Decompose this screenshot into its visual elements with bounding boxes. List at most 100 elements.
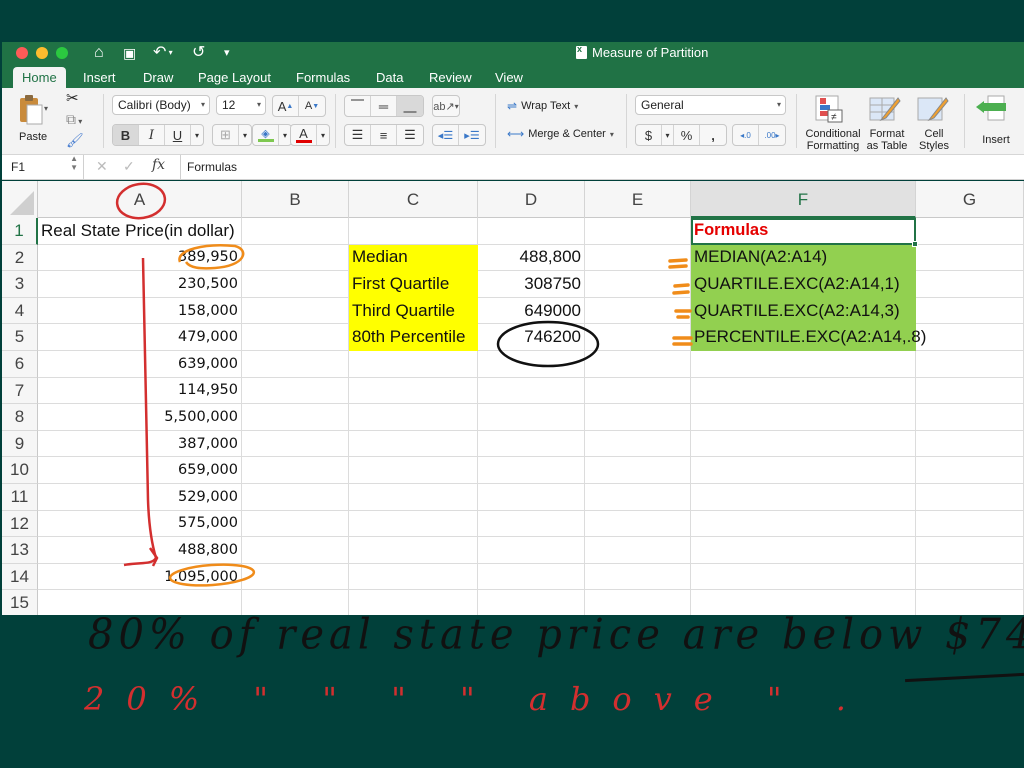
cell-d4[interactable]: 649000: [478, 297, 585, 325]
font-color-button[interactable]: A ▾: [290, 124, 330, 146]
cell-e12[interactable]: [585, 510, 691, 538]
cell-c11[interactable]: [349, 484, 478, 511]
cell-b6[interactable]: [242, 351, 349, 378]
tab-home[interactable]: Home: [13, 67, 66, 88]
cell-c8[interactable]: [349, 404, 478, 431]
bold-button[interactable]: B: [113, 125, 139, 145]
cell-b11[interactable]: [242, 484, 349, 511]
cell-f4[interactable]: QUARTILE.EXC(A2:A14,3): [691, 297, 916, 325]
cell-c14[interactable]: [349, 563, 478, 591]
align-bottom-button[interactable]: ⎽: [397, 96, 423, 116]
cell-e4[interactable]: [585, 297, 691, 325]
cell-g9[interactable]: [916, 430, 1024, 458]
cell-e8[interactable]: [585, 404, 691, 431]
cell-a1[interactable]: Real State Price(in dollar): [38, 218, 242, 245]
align-top-button[interactable]: ⎺: [345, 96, 371, 116]
maximize-window-button[interactable]: [56, 47, 68, 59]
cell-e6[interactable]: [585, 351, 691, 378]
decrease-font-size-button[interactable]: A ▼: [299, 96, 325, 116]
cell-a2[interactable]: 389,950: [38, 244, 242, 272]
cell-b10[interactable]: [242, 457, 349, 484]
cell-d1[interactable]: [478, 218, 585, 245]
merge-center-button[interactable]: ⟷ Merge & Center ▾: [507, 127, 614, 141]
row-header-11[interactable]: 11: [2, 484, 38, 511]
cell-d3[interactable]: 308750: [478, 271, 585, 298]
cell-a13[interactable]: 488,800: [38, 537, 242, 564]
borders-button[interactable]: ⊞ ▾: [212, 124, 252, 146]
customize-icon[interactable]: ▾: [224, 43, 230, 63]
align-right-button[interactable]: ☰: [397, 125, 423, 145]
cell-f1[interactable]: Formulas: [691, 218, 916, 245]
cell-c4[interactable]: Third Quartile: [349, 297, 478, 325]
row-header-7[interactable]: 7: [2, 377, 38, 405]
name-box-stepper-icon[interactable]: ▲ ▼: [70, 154, 78, 172]
formula-input[interactable]: Formulas: [180, 155, 237, 179]
currency-options-icon[interactable]: ▾: [662, 125, 674, 145]
cell-a4[interactable]: 158,000: [38, 297, 242, 325]
cell-f3[interactable]: QUARTILE.EXC(A2:A14,1): [691, 271, 916, 298]
cell-g5[interactable]: [916, 324, 1024, 351]
cell-a8[interactable]: 5,500,000: [38, 404, 242, 431]
cell-b14[interactable]: [242, 563, 349, 591]
cell-a7[interactable]: 114,950: [38, 377, 242, 405]
percent-button[interactable]: %: [674, 125, 700, 145]
insert-cells-button[interactable]: Insert: [972, 94, 1020, 152]
row-header-3[interactable]: 3: [2, 271, 38, 298]
cell-e11[interactable]: [585, 484, 691, 511]
cell-g13[interactable]: [916, 537, 1024, 564]
cell-g3[interactable]: [916, 271, 1024, 298]
tab-draw[interactable]: Draw: [134, 67, 182, 88]
select-all-button[interactable]: [2, 181, 38, 218]
tab-data[interactable]: Data: [367, 67, 412, 88]
undo-icon[interactable]: ↶ ▾: [153, 43, 173, 63]
cell-e9[interactable]: [585, 430, 691, 458]
tab-review[interactable]: Review: [420, 67, 481, 88]
cell-g8[interactable]: [916, 404, 1024, 431]
cell-a9[interactable]: 387,000: [38, 430, 242, 458]
format-painter-icon[interactable]: 🖌: [66, 132, 84, 149]
conditional-formatting-button[interactable]: ≠ Conditional Formatting: [802, 94, 862, 152]
underline-options-icon[interactable]: ▾: [191, 125, 203, 145]
cell-g1[interactable]: [916, 218, 1024, 245]
cell-b1[interactable]: [242, 218, 349, 245]
cell-d2[interactable]: 488,800: [478, 244, 585, 272]
row-header-9[interactable]: 9: [2, 430, 38, 458]
cell-e14[interactable]: [585, 563, 691, 591]
increase-decimal-button[interactable]: ◂.0: [733, 125, 759, 145]
tab-page-layout[interactable]: Page Layout: [189, 67, 280, 88]
align-middle-button[interactable]: ═: [371, 96, 397, 116]
redo-icon[interactable]: ↺: [192, 43, 205, 63]
cell-a3[interactable]: 230,500: [38, 271, 242, 298]
cell-g7[interactable]: [916, 377, 1024, 405]
insert-function-icon[interactable]: fx: [152, 157, 165, 173]
column-header-f[interactable]: F: [691, 181, 916, 218]
cell-c1[interactable]: [349, 218, 478, 245]
cell-c6[interactable]: [349, 351, 478, 378]
cell-g10[interactable]: [916, 457, 1024, 484]
row-header-2[interactable]: 2: [2, 244, 38, 272]
confirm-icon[interactable]: ✓: [123, 158, 135, 175]
cell-a5[interactable]: 479,000: [38, 324, 242, 351]
column-header-a[interactable]: A: [38, 181, 242, 218]
cell-c3[interactable]: First Quartile: [349, 271, 478, 298]
close-window-button[interactable]: [16, 47, 28, 59]
cell-g2[interactable]: [916, 244, 1024, 272]
cell-f2[interactable]: MEDIAN(A2:A14): [691, 244, 916, 272]
row-header-5[interactable]: 5: [2, 324, 38, 351]
minimize-window-button[interactable]: [36, 47, 48, 59]
paste-button[interactable]: ▾ Paste: [14, 92, 54, 148]
increase-font-size-button[interactable]: A ▲: [273, 96, 299, 116]
cell-c7[interactable]: [349, 377, 478, 405]
cell-c10[interactable]: [349, 457, 478, 484]
cell-b12[interactable]: [242, 510, 349, 538]
row-header-10[interactable]: 10: [2, 457, 38, 484]
cell-g12[interactable]: [916, 510, 1024, 538]
cell-g4[interactable]: [916, 297, 1024, 325]
cell-e10[interactable]: [585, 457, 691, 484]
cell-g6[interactable]: [916, 351, 1024, 378]
cell-e2[interactable]: [585, 244, 691, 272]
column-header-g[interactable]: G: [916, 181, 1024, 218]
increase-indent-button[interactable]: ▸☰: [459, 125, 485, 145]
name-box[interactable]: F1 ▲ ▼: [2, 154, 84, 179]
tab-view[interactable]: View: [486, 67, 532, 88]
